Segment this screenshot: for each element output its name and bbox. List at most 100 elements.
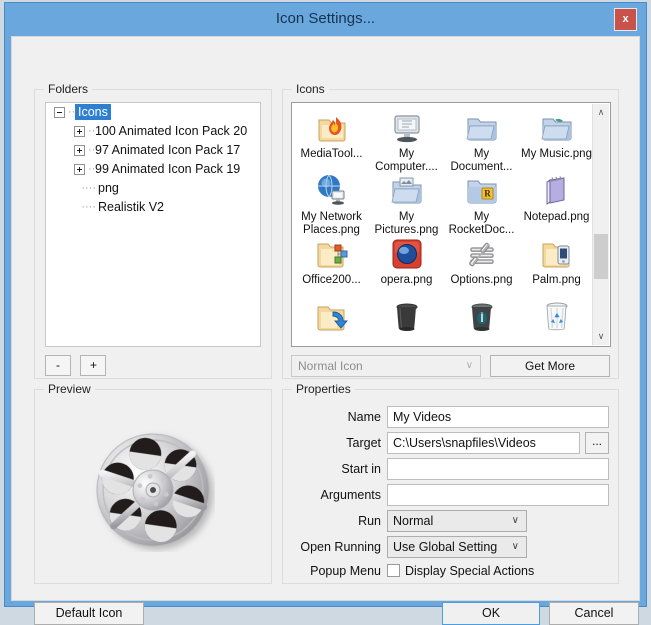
tree-item-label: Realistik V2 bbox=[98, 200, 164, 215]
display-special-actions-label: Display Special Actions bbox=[405, 564, 535, 578]
collapse-icon[interactable] bbox=[54, 107, 65, 119]
tree-item-realistik[interactable]: ···· Realistik V2 bbox=[46, 198, 260, 217]
tree-item-label: Icons bbox=[75, 104, 111, 121]
icons-list[interactable]: MediaTool... My Computer.... My Document… bbox=[291, 102, 611, 347]
run-label: Run bbox=[358, 514, 381, 528]
tree-item-pack100[interactable]: ··100 Animated Icon Pack 20 bbox=[46, 122, 260, 141]
chevron-down-icon: ∨ bbox=[511, 541, 519, 552]
icon-item-mynetworkplaces[interactable]: My Network Places.png bbox=[294, 172, 369, 237]
browse-target-button[interactable]: ... bbox=[585, 432, 609, 454]
icon-item-myrocketdock[interactable]: R My RocketDoc... bbox=[444, 172, 519, 237]
display-special-actions-checkbox[interactable]: Display Special Actions bbox=[387, 560, 534, 582]
icon-item-label: My Network Places.png bbox=[301, 211, 362, 236]
property-row-name: Name My Videos bbox=[283, 406, 618, 430]
icon-item-palm[interactable]: Palm.png bbox=[519, 235, 594, 287]
folders-legend: Folders bbox=[44, 82, 93, 96]
icon-item-label: My Music.png bbox=[521, 148, 592, 160]
svg-text:R: R bbox=[484, 189, 491, 199]
folder-pictures-icon bbox=[388, 172, 426, 210]
folder-music-icon bbox=[538, 109, 576, 147]
icon-item-mediatool[interactable]: MediaTool... bbox=[294, 109, 369, 161]
folder-documents-icon bbox=[463, 109, 501, 147]
add-folder-button[interactable]: + bbox=[80, 355, 107, 376]
preview-area bbox=[36, 398, 270, 582]
tree-item-icons[interactable]: ·· Icons bbox=[46, 103, 260, 122]
options-tools-icon bbox=[463, 235, 501, 273]
default-icon-button[interactable]: Default Icon bbox=[34, 602, 144, 625]
folder-tree[interactable]: ·· Icons ··100 Animated Icon Pack 20 ··97… bbox=[45, 102, 261, 347]
icon-item-mydocuments[interactable]: My Document... bbox=[444, 109, 519, 174]
open-running-label: Open Running bbox=[300, 540, 381, 554]
open-running-select[interactable]: Use Global Setting ∨ bbox=[387, 536, 527, 558]
get-more-button[interactable]: Get More bbox=[490, 355, 610, 377]
tree-item-label: 100 Animated Icon Pack 20 bbox=[95, 124, 248, 139]
icon-item-label: My Computer.... bbox=[375, 148, 438, 173]
network-globe-icon bbox=[313, 172, 351, 210]
icon-item-label: Office200... bbox=[302, 274, 361, 286]
popup-menu-label: Popup Menu bbox=[310, 564, 381, 578]
folder-rocketdock-icon: R bbox=[463, 172, 501, 210]
ok-button[interactable]: OK bbox=[442, 602, 540, 625]
tree-item-pack97[interactable]: ··97 Animated Icon Pack 17 bbox=[46, 141, 260, 160]
icon-item-options[interactable]: Options.png bbox=[444, 235, 519, 287]
run-select-value: Normal bbox=[393, 514, 434, 528]
scroll-up-icon[interactable]: ∧ bbox=[593, 104, 609, 121]
folder-restore-icon bbox=[313, 298, 351, 336]
icon-item-opera[interactable]: opera.png bbox=[369, 235, 444, 287]
icon-item-office2003[interactable]: Office200... bbox=[294, 235, 369, 287]
icon-item-trash-dark[interactable] bbox=[444, 298, 519, 337]
opera-icon bbox=[388, 235, 426, 273]
arguments-field[interactable] bbox=[387, 484, 609, 506]
chevron-down-icon: ∨ bbox=[511, 515, 519, 526]
icon-item-recyclebin[interactable] bbox=[519, 298, 594, 337]
icon-item-label: Options.png bbox=[450, 274, 513, 286]
icon-item-label: My RocketDoc... bbox=[448, 211, 515, 236]
scroll-down-icon[interactable]: ∨ bbox=[593, 328, 609, 345]
film-reel-icon bbox=[91, 428, 215, 552]
icon-item-notepad[interactable]: Notepad.png bbox=[519, 172, 594, 224]
scrollbar-thumb[interactable] bbox=[594, 234, 608, 279]
notepad-icon bbox=[538, 172, 576, 210]
icon-item-label: opera.png bbox=[380, 274, 433, 286]
target-field[interactable]: C:\Users\snapfiles\Videos bbox=[387, 432, 580, 454]
close-icon[interactable]: x bbox=[614, 8, 637, 31]
icons-group: Icons MediaTool... My Computer.... My Do… bbox=[282, 82, 619, 379]
name-label: Name bbox=[347, 410, 381, 424]
tree-item-label: 97 Animated Icon Pack 17 bbox=[95, 143, 241, 158]
cancel-button[interactable]: Cancel bbox=[549, 602, 639, 625]
tree-item-label: 99 Animated Icon Pack 19 bbox=[95, 162, 241, 177]
property-row-popupmenu: Popup Menu Display Special Actions bbox=[283, 560, 618, 584]
dialog-client-area: Folders ·· Icons ··100 Animated Icon Pack… bbox=[11, 36, 640, 625]
start-in-field[interactable] bbox=[387, 458, 609, 480]
chevron-down-icon: ∨ bbox=[465, 360, 473, 371]
tree-item-pack99[interactable]: ··99 Animated Icon Pack 19 bbox=[46, 160, 260, 179]
icon-item-mycomputer[interactable]: My Computer.... bbox=[369, 109, 444, 174]
icon-item-restore[interactable] bbox=[294, 298, 369, 337]
icon-item-label: Notepad.png bbox=[523, 211, 590, 223]
folder-palm-icon bbox=[538, 235, 576, 273]
run-select[interactable]: Normal ∨ bbox=[387, 510, 527, 532]
name-field[interactable]: My Videos bbox=[387, 406, 609, 428]
folder-flame-icon bbox=[313, 109, 351, 147]
checkbox-icon[interactable] bbox=[387, 564, 400, 577]
tree-item-png[interactable]: ···· png bbox=[46, 179, 260, 198]
icon-item-trash-black[interactable] bbox=[369, 298, 444, 337]
icon-item-mymusic[interactable]: My Music.png bbox=[519, 109, 594, 161]
folders-group: Folders ·· Icons ··100 Animated Icon Pack… bbox=[34, 82, 272, 379]
property-row-openrunning: Open Running Use Global Setting ∨ bbox=[283, 536, 618, 560]
expand-icon[interactable] bbox=[74, 145, 85, 157]
expand-icon[interactable] bbox=[74, 126, 85, 138]
icons-scrollbar[interactable]: ∧ ∨ bbox=[592, 104, 609, 345]
icons-legend: Icons bbox=[292, 82, 329, 96]
folder-tree-buttons: - + bbox=[45, 355, 111, 376]
icon-type-select[interactable]: Normal Icon ∨ bbox=[291, 355, 481, 377]
properties-group: Properties Name My Videos Target C:\User… bbox=[282, 382, 619, 584]
remove-folder-button[interactable]: - bbox=[45, 355, 71, 376]
expand-icon[interactable] bbox=[74, 164, 85, 176]
icon-item-mypictures[interactable]: My Pictures.png bbox=[369, 172, 444, 237]
tree-item-label: png bbox=[98, 181, 119, 196]
trash-dark-icon bbox=[463, 298, 501, 336]
arguments-label: Arguments bbox=[320, 488, 381, 502]
dialog-window: Icon Settings... x Folders ·· Icons ··100… bbox=[4, 2, 647, 625]
preview-legend: Preview bbox=[44, 382, 95, 396]
